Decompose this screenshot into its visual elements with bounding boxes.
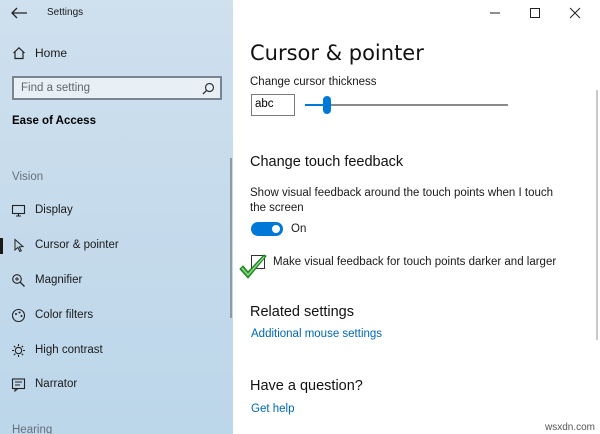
sidebar-item-color-filters[interactable]: Color filters: [0, 303, 233, 329]
magnifier-icon: [12, 274, 25, 287]
app-title: Settings: [47, 7, 84, 18]
sidebar-item-label: Color filters: [35, 309, 94, 321]
minimize-icon[interactable]: [488, 6, 502, 20]
back-arrow-icon[interactable]: [10, 6, 28, 20]
color-filters-icon: [11, 308, 26, 323]
page-title: Cursor & pointer: [250, 41, 424, 65]
window-controls: [480, 0, 600, 26]
cursor-thickness-preview: abc: [251, 94, 295, 116]
display-icon: [11, 204, 26, 217]
selection-indicator: [0, 238, 3, 254]
touch-feedback-label: Show visual feedback around the touch po…: [250, 187, 554, 214]
title-bar: Settings: [0, 0, 233, 26]
sidebar-item-label: Cursor & pointer: [35, 239, 119, 251]
sidebar-item-display[interactable]: Display: [0, 198, 233, 224]
touch-feedback-heading: Change touch feedback: [250, 154, 404, 170]
cursor-thickness-slider-track[interactable]: [305, 104, 508, 106]
touch-feedback-toggle[interactable]: [251, 222, 283, 236]
sidebar-scrollbar[interactable]: [230, 158, 232, 318]
close-icon[interactable]: [568, 6, 582, 20]
green-checkmark-icon: [239, 254, 267, 279]
question-heading: Have a question?: [250, 378, 363, 394]
cursor-thickness-label: Change cursor thickness: [250, 76, 377, 88]
darker-larger-label: Make visual feedback for touch points da…: [273, 256, 557, 268]
main-scrollbar[interactable]: [596, 90, 598, 340]
related-settings-heading: Related settings: [250, 304, 354, 320]
sidebar-item-label: Display: [35, 204, 73, 216]
maximize-icon[interactable]: [528, 6, 542, 20]
section-title: Ease of Access: [12, 115, 96, 127]
toggle-state-label: On: [291, 223, 307, 235]
group-label-vision: Vision: [12, 171, 44, 183]
sidebar: Settings Home Find a setting Ease of Acc…: [0, 0, 233, 434]
sidebar-item-high-contrast[interactable]: High contrast: [0, 338, 233, 364]
toggle-knob: [272, 225, 280, 233]
main-pane: Cursor & pointer Change cursor thickness…: [233, 0, 600, 434]
watermark: wsxdn.com: [544, 422, 595, 433]
search-icon[interactable]: [202, 82, 215, 95]
sidebar-item-narrator[interactable]: Narrator: [0, 372, 233, 398]
search-input[interactable]: Find a setting: [12, 76, 222, 100]
sidebar-item-cursor-pointer[interactable]: Cursor & pointer: [0, 233, 233, 259]
cursor-thickness-slider-thumb[interactable]: [323, 96, 332, 114]
get-help-link[interactable]: Get help: [251, 403, 294, 415]
sidebar-item-label: High contrast: [35, 344, 103, 356]
sidebar-item-magnifier[interactable]: Magnifier: [0, 268, 233, 294]
cursor-icon: [14, 238, 25, 253]
sidebar-item-label: Narrator: [35, 378, 78, 390]
group-label-hearing: Hearing: [12, 424, 53, 434]
narrator-icon: [11, 378, 26, 392]
additional-mouse-settings-link[interactable]: Additional mouse settings: [251, 328, 382, 340]
high-contrast-icon: [12, 344, 25, 357]
sidebar-item-home[interactable]: Home: [0, 41, 233, 65]
home-icon: [13, 46, 25, 60]
sidebar-item-label: Home: [35, 46, 68, 60]
sidebar-item-label: Magnifier: [35, 274, 83, 286]
search-placeholder: Find a setting: [21, 82, 91, 94]
